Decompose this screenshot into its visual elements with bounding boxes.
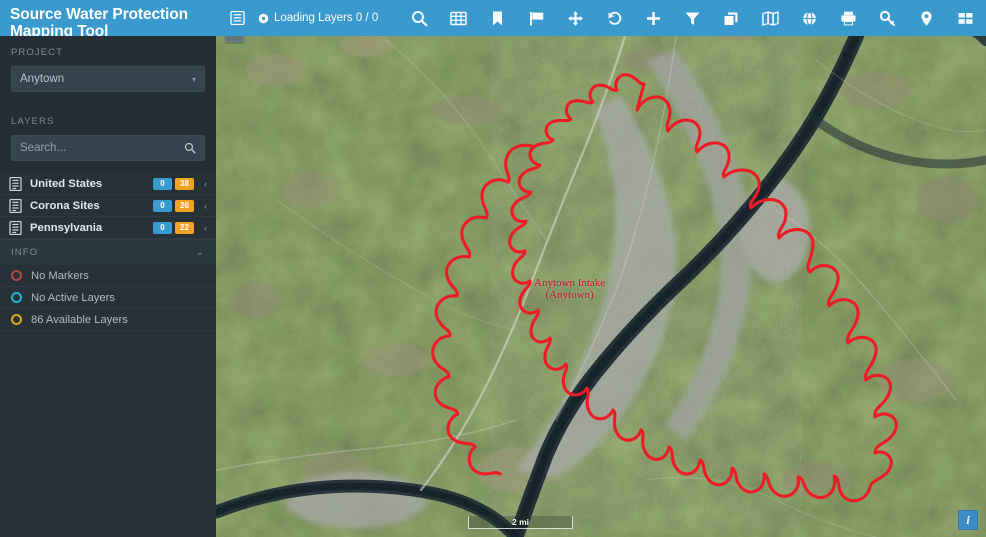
available-layers-status-icon bbox=[11, 314, 22, 325]
layer-badge-active[interactable]: 0 bbox=[153, 177, 172, 190]
toolbar-icon-group bbox=[411, 10, 974, 27]
chevron-left-icon[interactable]: ‹ bbox=[202, 201, 209, 211]
layer-row[interactable]: United States 0 38 ‹ bbox=[0, 173, 216, 195]
scale-bar: 2 mi bbox=[468, 516, 573, 529]
project-select[interactable]: Anytown ▾ bbox=[11, 66, 205, 92]
table-icon[interactable] bbox=[450, 10, 467, 27]
active-layers-status-icon bbox=[11, 292, 22, 303]
app-title-line1: Source Water Protection bbox=[10, 6, 188, 23]
flag-icon[interactable] bbox=[528, 10, 545, 27]
layer-list: United States 0 38 ‹ Corona Sites 0 26 ‹ bbox=[0, 173, 216, 239]
bookmark-icon[interactable] bbox=[489, 10, 506, 27]
search-icon[interactable] bbox=[411, 10, 428, 27]
project-section-label: PROJECT bbox=[0, 36, 216, 66]
loading-status-text: Loading Layers 0 / 0 bbox=[274, 12, 379, 24]
layer-badge-active[interactable]: 0 bbox=[153, 199, 172, 212]
spinner-icon bbox=[258, 13, 269, 23]
info-row-active-layers[interactable]: No Active Layers bbox=[0, 287, 216, 309]
search-icon[interactable] bbox=[184, 142, 196, 154]
info-text: 86 Available Layers bbox=[31, 313, 128, 326]
layer-name: Corona Sites bbox=[30, 199, 100, 212]
layer-search-box[interactable] bbox=[11, 135, 205, 161]
layer-name: Pennsylvania bbox=[30, 221, 103, 234]
chevron-down-icon[interactable]: ⌄ bbox=[196, 247, 205, 258]
application-root: Source Water Protection Mapping Tool PRO… bbox=[0, 0, 986, 537]
project-select-wrapper: Anytown ▾ bbox=[0, 66, 216, 105]
sidebar-empty-space bbox=[0, 331, 216, 537]
layer-row[interactable]: Corona Sites 0 26 ‹ bbox=[0, 195, 216, 217]
print-icon[interactable] bbox=[840, 10, 857, 27]
layer-row[interactable]: Pennsylvania 0 22 ‹ bbox=[0, 217, 216, 239]
globe-icon[interactable] bbox=[801, 10, 818, 27]
app-title: Source Water Protection Mapping Tool bbox=[0, 0, 216, 40]
search-input[interactable] bbox=[20, 142, 170, 154]
chevron-left-icon[interactable]: ‹ bbox=[202, 223, 209, 233]
move-icon[interactable] bbox=[567, 10, 584, 27]
chevron-down-icon: ▾ bbox=[191, 74, 196, 84]
top-toolbar: Loading Layers 0 / 0 bbox=[216, 0, 986, 36]
layers-icon[interactable] bbox=[723, 10, 740, 27]
layer-name: United States bbox=[30, 177, 103, 190]
info-section-label: INFO bbox=[11, 247, 39, 258]
loading-status: Loading Layers 0 / 0 bbox=[258, 12, 378, 24]
undo-icon[interactable] bbox=[606, 10, 623, 27]
list-icon bbox=[9, 220, 22, 235]
layer-search-wrapper bbox=[0, 135, 216, 173]
layers-section-label: LAYERS bbox=[0, 105, 216, 135]
info-button[interactable]: i bbox=[958, 510, 978, 530]
info-row-available-layers[interactable]: 86 Available Layers bbox=[0, 309, 216, 331]
layer-badge-active[interactable]: 0 bbox=[153, 221, 172, 234]
layer-badge-available[interactable]: 26 bbox=[175, 199, 194, 212]
plus-icon[interactable] bbox=[645, 10, 662, 27]
info-text: No Markers bbox=[31, 269, 89, 282]
project-select-value: Anytown bbox=[20, 73, 65, 85]
map-area[interactable]: Loading Layers 0 / 0 Anytown Intake (Any… bbox=[216, 0, 986, 537]
layer-badge-available[interactable]: 22 bbox=[175, 221, 194, 234]
map-icon[interactable] bbox=[762, 10, 779, 27]
pin-icon[interactable] bbox=[918, 10, 935, 27]
list-icon bbox=[9, 176, 22, 191]
info-section-header[interactable]: INFO ⌄ bbox=[0, 239, 216, 265]
info-text: No Active Layers bbox=[31, 291, 115, 304]
list-icon bbox=[9, 198, 22, 213]
layer-badge-available[interactable]: 38 bbox=[175, 177, 194, 190]
marker-status-icon bbox=[11, 270, 22, 281]
chevron-left-icon[interactable]: ‹ bbox=[202, 179, 209, 189]
left-sidebar: Source Water Protection Mapping Tool PRO… bbox=[0, 0, 216, 537]
key-icon[interactable] bbox=[879, 10, 896, 27]
satellite-basemap bbox=[216, 0, 986, 537]
apps-grid-icon[interactable] bbox=[957, 10, 974, 27]
hamburger-icon[interactable] bbox=[230, 11, 245, 25]
info-list: No Markers No Active Layers 86 Available… bbox=[0, 265, 216, 331]
info-row-markers[interactable]: No Markers bbox=[0, 265, 216, 287]
filter-icon[interactable] bbox=[684, 10, 701, 27]
